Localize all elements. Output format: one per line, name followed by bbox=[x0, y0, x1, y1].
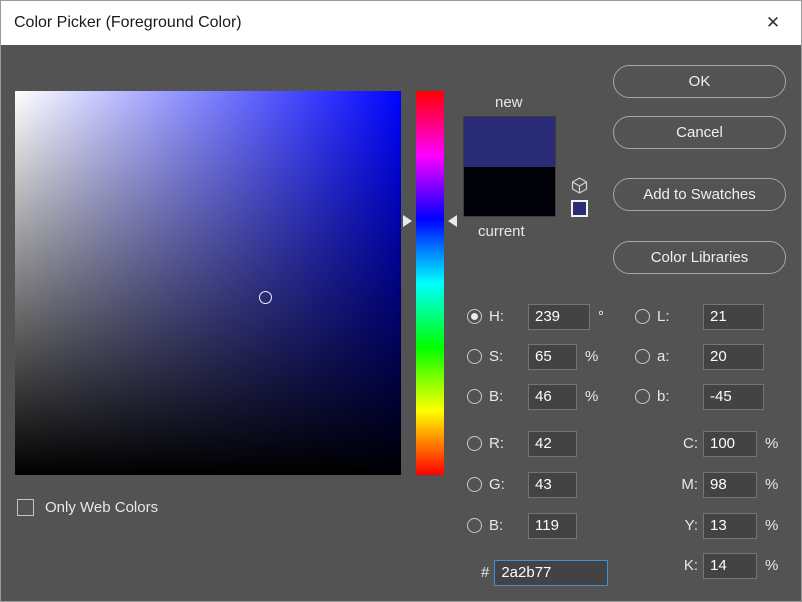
color-field-marker[interactable] bbox=[259, 291, 272, 304]
lab-b-row: b: bbox=[635, 383, 764, 410]
color-picker-dialog: Color Picker (Foreground Color) ✕ new cu… bbox=[0, 0, 802, 602]
k-label: K: bbox=[683, 557, 698, 574]
web-gamut-cube-icon[interactable] bbox=[570, 176, 589, 195]
color-field[interactable] bbox=[15, 91, 401, 475]
a-row: a: bbox=[635, 343, 764, 370]
a-label: a: bbox=[657, 348, 670, 365]
color-libraries-button[interactable]: Color Libraries bbox=[613, 241, 786, 274]
current-color-swatch[interactable] bbox=[464, 166, 555, 216]
titlebar: Color Picker (Foreground Color) ✕ bbox=[1, 1, 801, 45]
g-input[interactable] bbox=[528, 471, 577, 498]
current-label: current bbox=[478, 223, 525, 240]
brightness-unit: % bbox=[585, 388, 599, 405]
s-input[interactable] bbox=[528, 343, 577, 370]
r-label: R: bbox=[489, 435, 504, 452]
a-radio[interactable] bbox=[635, 349, 650, 364]
hex-hash-label: # bbox=[481, 564, 490, 581]
brightness-row: B: % bbox=[467, 383, 598, 410]
lab-b-label: b: bbox=[657, 388, 670, 405]
k-input[interactable] bbox=[703, 552, 757, 579]
lab-b-radio[interactable] bbox=[635, 389, 650, 404]
close-icon[interactable]: ✕ bbox=[757, 1, 789, 45]
l-row: L: bbox=[635, 303, 764, 330]
g-radio[interactable] bbox=[467, 477, 482, 492]
s-label: S: bbox=[489, 348, 504, 365]
brightness-radio[interactable] bbox=[467, 389, 482, 404]
cancel-button[interactable]: Cancel bbox=[613, 116, 786, 149]
c-input[interactable] bbox=[703, 430, 757, 457]
h-unit: ° bbox=[598, 308, 604, 325]
r-radio[interactable] bbox=[467, 436, 482, 451]
y-label: Y: bbox=[684, 517, 698, 534]
g-row: G: bbox=[467, 471, 577, 498]
brightness-label: B: bbox=[489, 388, 504, 405]
only-web-colors-checkbox[interactable] bbox=[17, 498, 34, 516]
lab-b-input[interactable] bbox=[703, 383, 764, 410]
new-label: new bbox=[495, 94, 523, 111]
m-row: M: % bbox=[635, 471, 778, 498]
k-unit: % bbox=[765, 557, 779, 574]
brightness-input[interactable] bbox=[528, 383, 577, 410]
b-radio[interactable] bbox=[467, 518, 482, 533]
g-label: G: bbox=[489, 476, 505, 493]
m-unit: % bbox=[765, 476, 779, 493]
hue-arrow-left-icon[interactable] bbox=[403, 215, 412, 227]
h-input[interactable] bbox=[528, 303, 590, 330]
add-to-swatches-button[interactable]: Add to Swatches bbox=[613, 178, 786, 211]
only-web-colors-row: Only Web Colors bbox=[17, 497, 158, 517]
y-unit: % bbox=[765, 517, 779, 534]
m-label: M: bbox=[681, 476, 698, 493]
h-label: H: bbox=[489, 308, 504, 325]
c-label: C: bbox=[683, 435, 698, 452]
k-row: K: % bbox=[635, 552, 778, 579]
swatch-box bbox=[463, 116, 556, 217]
b-label: B: bbox=[489, 517, 504, 534]
hue-arrow-right-icon[interactable] bbox=[448, 215, 457, 227]
b-input[interactable] bbox=[528, 512, 577, 539]
l-radio[interactable] bbox=[635, 309, 650, 324]
h-row: H: ° bbox=[467, 303, 604, 330]
s-radio[interactable] bbox=[467, 349, 482, 364]
h-radio[interactable] bbox=[467, 309, 482, 324]
ok-button[interactable]: OK bbox=[613, 65, 786, 98]
y-input[interactable] bbox=[703, 512, 757, 539]
y-row: Y: % bbox=[635, 512, 778, 539]
new-color-swatch bbox=[464, 117, 555, 167]
l-label: L: bbox=[657, 308, 670, 325]
s-unit: % bbox=[585, 348, 599, 365]
s-row: S: % bbox=[467, 343, 598, 370]
a-input[interactable] bbox=[703, 343, 764, 370]
b-row: B: bbox=[467, 512, 577, 539]
r-input[interactable] bbox=[528, 430, 577, 457]
hex-input[interactable] bbox=[494, 559, 609, 586]
m-input[interactable] bbox=[703, 471, 757, 498]
only-web-colors-label: Only Web Colors bbox=[45, 498, 159, 516]
c-unit: % bbox=[765, 435, 779, 452]
web-safe-swatch[interactable] bbox=[571, 200, 588, 217]
l-input[interactable] bbox=[703, 303, 764, 330]
hue-slider[interactable] bbox=[416, 91, 444, 475]
hex-row: # bbox=[481, 559, 609, 586]
window-title: Color Picker (Foreground Color) bbox=[14, 14, 242, 31]
r-row: R: bbox=[467, 430, 577, 457]
c-row: C: % bbox=[635, 430, 778, 457]
